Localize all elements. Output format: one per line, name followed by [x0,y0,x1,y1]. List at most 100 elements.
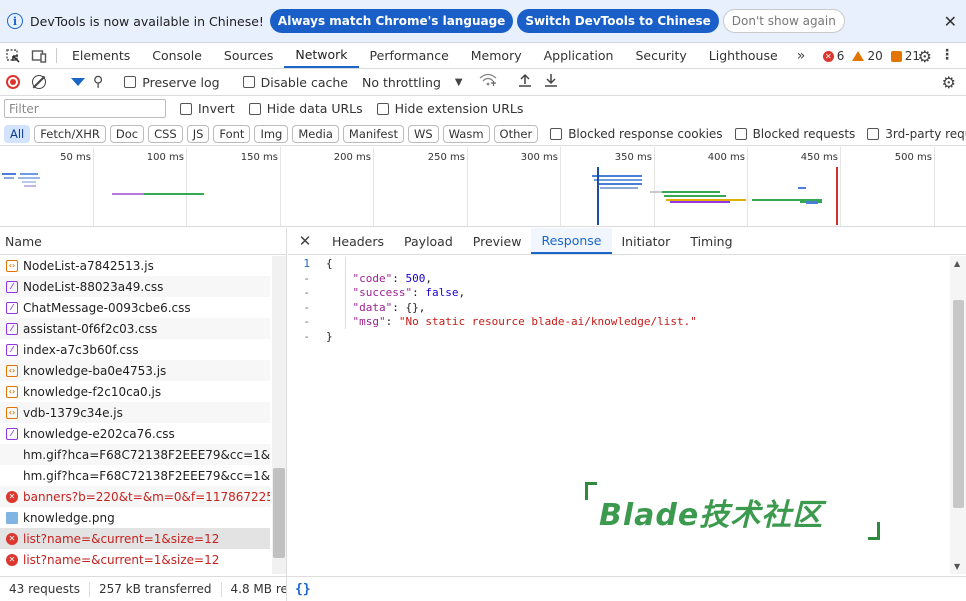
blocked-requests-checkbox[interactable]: Blocked requests [734,127,855,141]
always-match-language-button[interactable]: Always match Chrome's language [269,9,514,33]
network-overview-timeline[interactable]: 50 ms 100 ms 150 ms 200 ms 250 ms 300 ms… [0,147,966,227]
tab-security[interactable]: Security [624,43,697,68]
close-icon[interactable]: ✕ [944,12,957,31]
checkbox-box[interactable] [180,102,192,115]
type-filter-doc[interactable]: Doc [109,124,145,143]
request-row[interactable]: ‹› vdb-1379c34e.js [0,402,270,423]
tab-lighthouse[interactable]: Lighthouse [698,43,789,68]
tab-application[interactable]: Application [533,43,625,68]
type-filter-ws[interactable]: WS [407,124,439,143]
type-filter-fetch-xhr[interactable]: Fetch/XHR [34,124,106,143]
request-row[interactable]: hm.gif?hca=F68C72138F2EEE79&cc=1&ck=... [0,444,270,465]
warning-icon [852,51,865,61]
more-tabs-icon[interactable]: » [789,43,814,68]
third-party-requests-checkbox[interactable]: 3rd-party requests [867,127,966,141]
import-har-icon[interactable] [518,73,532,91]
tab-elements[interactable]: Elements [61,43,141,68]
checkbox-box[interactable] [376,102,389,115]
type-filter-font[interactable]: Font [213,124,251,143]
invert-checkbox[interactable]: Invert [180,101,235,116]
tab-response[interactable]: Response [531,228,612,254]
filter-input[interactable]: Filter [4,99,166,118]
request-row[interactable]: ⁄ NodeList-88023a49.css [0,276,270,297]
checkbox-box[interactable] [248,102,261,115]
type-filter-all[interactable]: All [4,124,31,143]
tab-console[interactable]: Console [141,43,213,68]
tab-headers[interactable]: Headers [322,228,394,254]
requests-scrollbar-thumb[interactable] [273,468,285,558]
dont-show-again-button[interactable]: Don't show again [722,9,845,33]
pretty-print-icon[interactable]: {} [287,582,311,597]
type-filter-manifest[interactable]: Manifest [342,124,404,143]
request-row-selected[interactable]: ✕ list?name=&current=1&size=12 [0,528,270,549]
checkbox-box[interactable] [734,127,747,140]
network-conditions-icon[interactable] [479,73,497,91]
issue-counters[interactable]: ✕ 6 20 21 [822,43,920,69]
issues-counter[interactable]: 21 [890,49,920,63]
type-filter-wasm[interactable]: Wasm [442,124,490,143]
tab-memory[interactable]: Memory [460,43,533,68]
request-row[interactable]: ✕banners?b=220&t=&m=0&f=117867225a5c... [0,486,270,507]
warning-counter[interactable]: 20 [852,49,883,63]
blocked-response-cookies-checkbox[interactable]: Blocked response cookies [550,127,723,141]
name-column-header[interactable]: Name [0,228,286,255]
scroll-down-icon[interactable]: ▼ [954,562,960,571]
request-count: 43 requests [0,581,90,597]
type-filter-other[interactable]: Other [493,124,539,143]
tab-payload[interactable]: Payload [394,228,463,254]
hide-data-urls-checkbox[interactable]: Hide data URLs [248,101,363,116]
inspect-element-icon[interactable] [0,43,26,68]
checkbox-box[interactable] [124,76,137,88]
tab-preview[interactable]: Preview [463,228,532,254]
device-toolbar-icon[interactable] [26,43,52,68]
tab-sources[interactable]: Sources [213,43,284,68]
script-file-icon: ‹› [6,259,18,272]
tab-performance[interactable]: Performance [359,43,460,68]
checkbox-box[interactable] [550,127,563,140]
request-row[interactable]: ⁄ ChatMessage-0093cbe6.css [0,297,270,318]
type-filter-media[interactable]: Media [292,124,339,143]
scroll-up-icon[interactable]: ▲ [954,259,960,268]
response-body[interactable]: 1{ - "code": 500, - "success": false, - … [288,257,948,344]
tab-timing[interactable]: Timing [680,228,742,254]
request-row[interactable]: ⁄ assistant-0f6f2c03.css [0,318,270,339]
checkbox-box[interactable] [867,127,880,140]
response-scrollbar[interactable]: ▲ ▼ [950,256,966,574]
preserve-log-checkbox[interactable]: Preserve log [124,75,220,90]
chevron-down-icon[interactable]: ▼ [455,77,463,88]
tab-network[interactable]: Network [284,43,359,68]
switch-to-chinese-button[interactable]: Switch DevTools to Chinese [517,9,719,33]
search-icon[interactable]: ⚲ [93,74,103,90]
disable-cache-checkbox[interactable]: Disable cache [242,75,348,90]
more-options-icon[interactable]: ⋮ [940,47,954,63]
response-scrollbar-thumb[interactable] [953,300,964,508]
request-row[interactable]: ‹› knowledge-f2c10ca0.js [0,381,270,402]
network-settings-gear-icon[interactable]: ⚙ [942,73,956,92]
request-row[interactable]: hm.gif?hca=F68C72138F2EEE79&cc=1&ck=... [0,465,270,486]
type-filter-img[interactable]: Img [254,124,289,143]
clear-icon[interactable] [32,75,46,89]
hide-extension-urls-checkbox[interactable]: Hide extension URLs [376,101,523,116]
type-filter-css[interactable]: CSS [148,124,183,143]
settings-gear-icon[interactable]: ⚙ [918,47,932,66]
request-detail-pane: ✕ Headers Payload Preview Response Initi… [288,228,966,576]
requests-scrollbar[interactable] [272,256,286,574]
close-detail-icon[interactable]: ✕ [288,228,322,254]
checkbox-box[interactable] [242,76,255,88]
request-row[interactable]: ⁄ knowledge-e202ca76.css [0,423,270,444]
error-counter[interactable]: ✕ 6 [822,49,844,63]
record-icon[interactable] [6,75,20,89]
request-row[interactable]: ✕ list?name=&current=1&size=12 [0,549,270,570]
script-file-icon: ‹› [6,406,18,419]
request-row[interactable]: knowledge.png [0,507,270,528]
infobar-message: DevTools is now available in Chinese! [30,13,264,29]
request-row[interactable]: ‹› NodeList-a7842513.js [0,255,270,276]
export-har-icon[interactable] [544,73,558,91]
tab-initiator[interactable]: Initiator [612,228,681,254]
throttling-select[interactable]: No throttling [362,75,441,90]
filter-icon[interactable] [71,78,85,86]
type-filter-js[interactable]: JS [186,124,210,143]
overview-bar [670,201,730,203]
request-row[interactable]: ⁄ index-a7c3b60f.css [0,339,270,360]
request-row[interactable]: ‹› knowledge-ba0e4753.js [0,360,270,381]
